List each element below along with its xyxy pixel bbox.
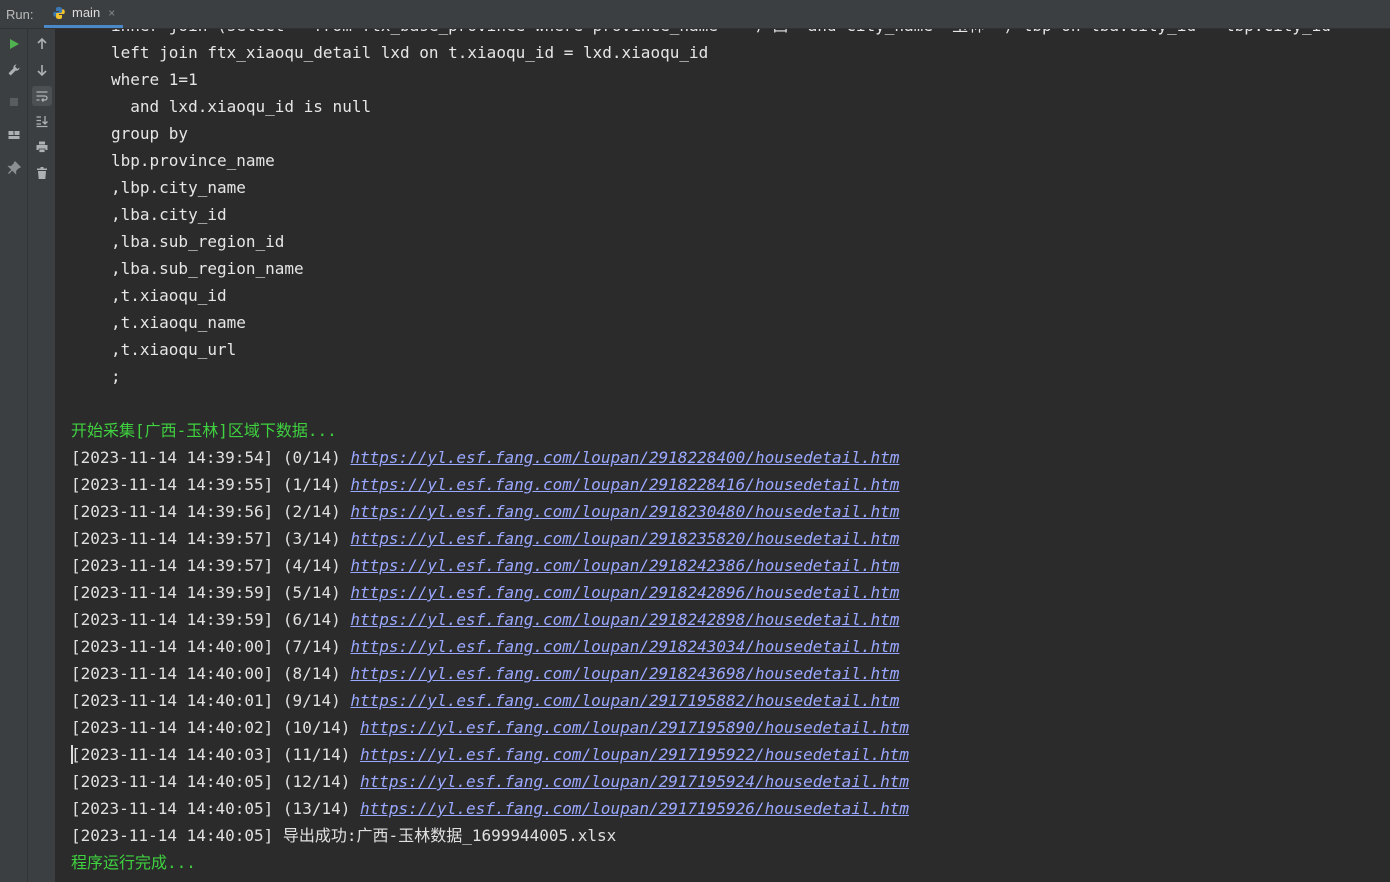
rerun-button[interactable]: [4, 34, 24, 54]
sql-line: ,lbp.city_name: [111, 178, 246, 197]
run-actions-toolbar: [0, 29, 28, 882]
log-prefix: [2023-11-14 14:39:59] (6/14): [71, 610, 351, 629]
log-row: [2023-11-14 14:40:00] (7/14) https://yl.…: [71, 633, 899, 660]
log-prefix: [2023-11-14 14:40:05] (13/14): [71, 799, 360, 818]
restore-layout-button[interactable]: [4, 125, 24, 145]
sql-line: ,t.xiaoqu_id: [111, 286, 227, 305]
pin-icon: [7, 161, 21, 175]
arrow-up-icon: [37, 37, 47, 49]
soft-wrap-button[interactable]: [32, 86, 52, 106]
print-button[interactable]: [32, 137, 52, 157]
run-label: Run:: [6, 7, 34, 22]
log-row: [2023-11-14 14:39:57] (3/14) https://yl.…: [71, 525, 899, 552]
sql-line: where 1=1: [111, 70, 198, 89]
log-url-link[interactable]: https://yl.esf.fang.com/loupan/291822840…: [350, 448, 899, 467]
sql-line: ,t.xiaoqu_name: [111, 313, 246, 332]
edit-configuration-button[interactable]: [4, 60, 24, 80]
log-row: [2023-11-14 14:39:56] (2/14) https://yl.…: [71, 498, 899, 525]
previous-occurrence-button[interactable]: [32, 34, 52, 54]
log-url-link[interactable]: https://yl.esf.fang.com/loupan/291719592…: [360, 799, 909, 818]
sql-line: ,lba.city_id: [111, 205, 227, 224]
log-prefix: [2023-11-14 14:39:59] (5/14): [71, 583, 351, 602]
log-url-link[interactable]: https://yl.esf.fang.com/loupan/291824289…: [350, 583, 899, 602]
log-row: [2023-11-14 14:39:59] (6/14) https://yl.…: [71, 606, 899, 633]
scroll-to-end-button[interactable]: [32, 111, 52, 131]
export-message: [2023-11-14 14:40:05] 导出成功:广西-玉林数据_16999…: [71, 826, 617, 845]
log-row: [2023-11-14 14:40:03] (11/14) https://yl…: [71, 741, 909, 768]
log-url-link[interactable]: https://yl.esf.fang.com/loupan/291719589…: [360, 718, 909, 737]
stop-button[interactable]: [4, 92, 24, 112]
stop-icon: [10, 98, 18, 106]
wrench-icon: [8, 64, 20, 76]
log-row: [2023-11-14 14:40:05] (13/14) https://yl…: [71, 795, 909, 822]
log-url-link[interactable]: https://yl.esf.fang.com/loupan/291824238…: [350, 556, 899, 575]
log-prefix: [2023-11-14 14:39:54] (0/14): [71, 448, 351, 467]
log-row: [2023-11-14 14:39:54] (0/14) https://yl.…: [71, 444, 899, 471]
log-prefix: [2023-11-14 14:40:01] (9/14): [71, 691, 351, 710]
log-row: [2023-11-14 14:40:00] (8/14) https://yl.…: [71, 660, 899, 687]
next-occurrence-button[interactable]: [32, 60, 52, 80]
log-prefix: [2023-11-14 14:39:56] (2/14): [71, 502, 351, 521]
console-output[interactable]: inner join (select * from ftx_base_provi…: [57, 29, 1390, 882]
log-prefix: [2023-11-14 14:39:55] (1/14): [71, 475, 351, 494]
log-prefix: [2023-11-14 14:40:05] (12/14): [71, 772, 360, 791]
log-prefix: [2023-11-14 14:40:02] (10/14): [71, 718, 360, 737]
soft-wrap-icon: [36, 91, 48, 102]
log-url-link[interactable]: https://yl.esf.fang.com/loupan/291719592…: [360, 772, 909, 791]
done-message: 程序运行完成...: [71, 853, 196, 872]
run-tool-window-header: Run: main ×: [0, 0, 1390, 29]
log-row: [2023-11-14 14:40:05] (12/14) https://yl…: [71, 768, 909, 795]
layout-icon: [8, 131, 20, 139]
log-url-link[interactable]: https://yl.esf.fang.com/loupan/291823582…: [350, 529, 899, 548]
log-prefix: [2023-11-14 14:39:57] (4/14): [71, 556, 351, 575]
pin-tab-button[interactable]: [4, 158, 24, 178]
log-url-link[interactable]: https://yl.esf.fang.com/loupan/291824369…: [350, 664, 899, 683]
sql-line: lbp.province_name: [111, 151, 275, 170]
tab-label: main: [72, 5, 101, 20]
text-caret: [71, 745, 73, 764]
log-url-link[interactable]: https://yl.esf.fang.com/loupan/291823048…: [350, 502, 899, 521]
log-url-link[interactable]: https://yl.esf.fang.com/loupan/291822841…: [350, 475, 899, 494]
log-row: [2023-11-14 14:40:01] (9/14) https://yl.…: [71, 687, 899, 714]
log-prefix: [2023-11-14 14:40:03] (11/14): [71, 745, 360, 764]
sql-line: ;: [111, 367, 121, 386]
trash-icon: [37, 167, 47, 179]
sql-line: ,lba.sub_region_name: [111, 259, 304, 278]
log-row: [2023-11-14 14:39:59] (5/14) https://yl.…: [71, 579, 899, 606]
log-url-link[interactable]: https://yl.esf.fang.com/loupan/291824289…: [350, 610, 899, 629]
log-url-link[interactable]: https://yl.esf.fang.com/loupan/291719592…: [360, 745, 909, 764]
log-row: [2023-11-14 14:40:02] (10/14) https://yl…: [71, 714, 909, 741]
log-row: [2023-11-14 14:39:57] (4/14) https://yl.…: [71, 552, 899, 579]
play-icon: [10, 39, 19, 49]
start-message: 开始采集[广西-玉林]区域下数据...: [71, 421, 337, 440]
close-icon[interactable]: ×: [108, 6, 115, 20]
log-url-link[interactable]: https://yl.esf.fang.com/loupan/291719588…: [350, 691, 899, 710]
scroll-to-end-icon: [36, 116, 48, 128]
sql-line: group by: [111, 124, 189, 143]
arrow-down-icon: [37, 65, 47, 77]
console-actions-toolbar: [28, 29, 56, 882]
sql-line: ,lba.sub_region_id: [111, 232, 285, 251]
sql-line: inner join (select * from ftx_base_provi…: [111, 29, 1331, 39]
clear-all-button[interactable]: [32, 163, 52, 183]
log-row: [2023-11-14 14:39:55] (1/14) https://yl.…: [71, 471, 899, 498]
log-url-link[interactable]: https://yl.esf.fang.com/loupan/291824303…: [350, 637, 899, 656]
python-icon: [53, 6, 65, 19]
log-prefix: [2023-11-14 14:40:00] (8/14): [71, 664, 351, 683]
sql-line: left join ftx_xiaoqu_detail lxd on t.xia…: [111, 43, 709, 62]
log-prefix: [2023-11-14 14:40:00] (7/14): [71, 637, 351, 656]
tab-main[interactable]: main ×: [44, 0, 124, 28]
sql-line: and lxd.xiaoqu_id is null: [111, 97, 372, 116]
print-icon: [36, 141, 48, 153]
log-prefix: [2023-11-14 14:39:57] (3/14): [71, 529, 351, 548]
sql-line: ,t.xiaoqu_url: [111, 340, 237, 359]
